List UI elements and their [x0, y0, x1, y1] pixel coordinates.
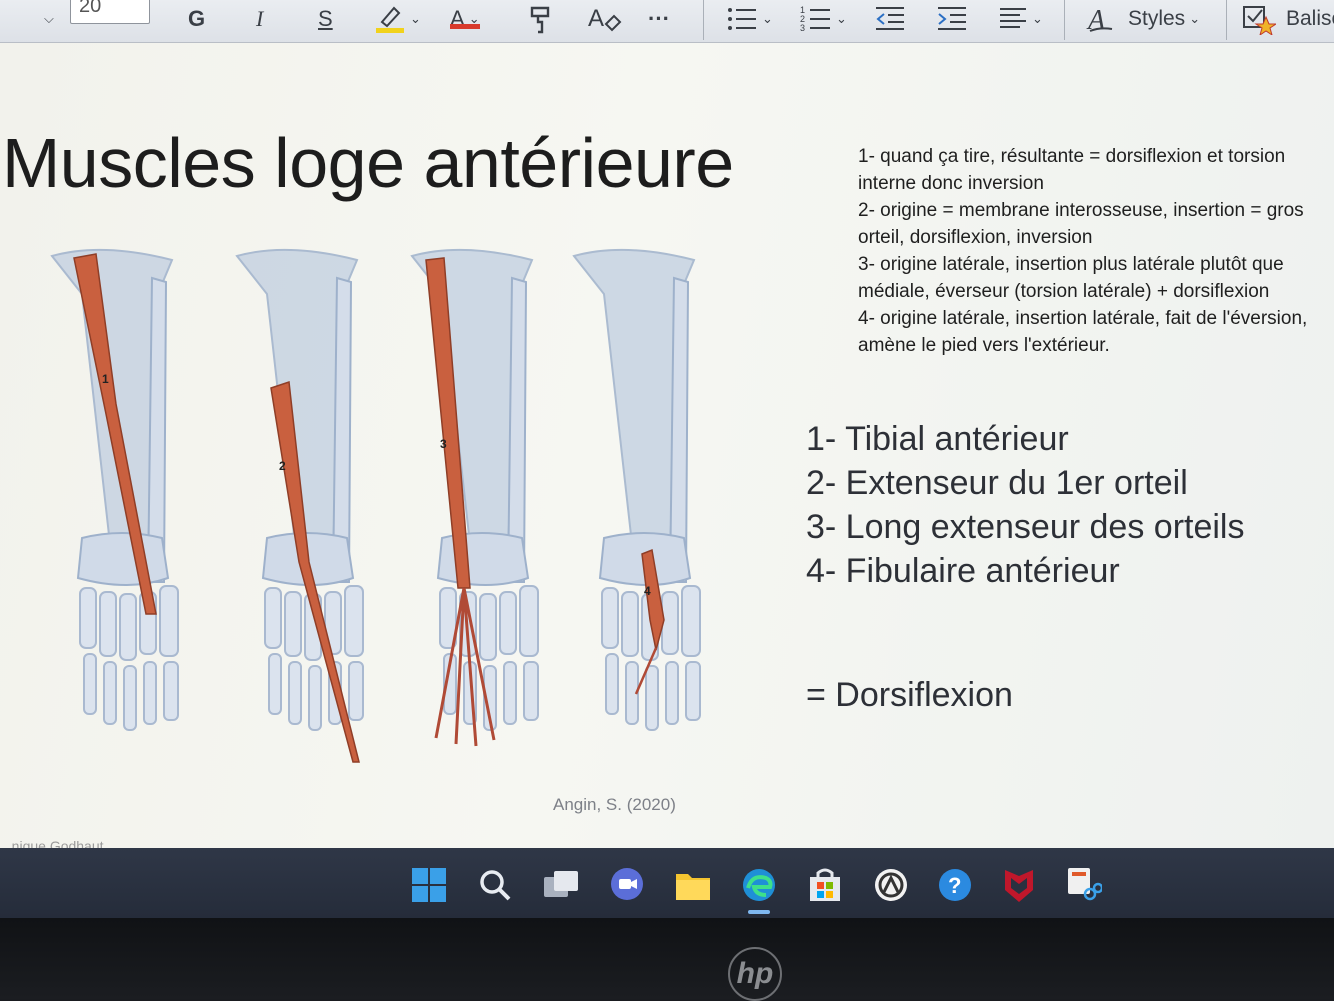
notes-textbox[interactable]: 1- quand ça tire, résultante = dorsiflex…	[858, 143, 1332, 359]
legend-item: 4- Fibulaire antérieur	[806, 552, 1120, 590]
start-icon[interactable]	[410, 866, 448, 904]
tag-checkbox-icon	[1243, 6, 1276, 35]
slide: Muscles loge antérieure 1- quand ça tire…	[0, 43, 1334, 848]
font-size-value: 20	[79, 0, 102, 17]
styles-icon: A	[1086, 5, 1113, 35]
legend-item: 3- Long extenseur des orteils	[806, 508, 1245, 546]
note-line: 2- origine = membrane interosseuse, inse…	[858, 200, 1304, 248]
format-painter-icon[interactable]	[526, 0, 556, 38]
taskbar: ?	[0, 848, 1334, 918]
more-options-button[interactable]: ···	[648, 0, 670, 38]
help-icon[interactable]: ?	[936, 866, 974, 904]
italic-button[interactable]: I	[256, 0, 263, 38]
align-icon	[1000, 8, 1026, 28]
font-size-box[interactable]: 20	[70, 0, 150, 24]
bullet-list-icon	[728, 8, 756, 30]
highlight-button[interactable]: ⌄	[374, 0, 421, 38]
active-app-indicator	[748, 910, 770, 914]
anatomy-figures: 1 2 3 4	[40, 238, 720, 798]
leg-figure-2: 2	[235, 248, 364, 763]
align-button[interactable]: ⌄	[998, 0, 1043, 38]
increase-indent-icon[interactable]	[936, 0, 968, 38]
mcafee-icon[interactable]	[1000, 866, 1038, 904]
ribbon-toolbar: 20 ⌵ G I S ⌄ A ⌄ A ··· ⌄ 1 2 3 ⌄ ⌄ A Styles…	[0, 0, 1334, 43]
tags-label: Balise	[1286, 7, 1334, 30]
laptop-bezel	[0, 918, 1334, 999]
bold-button[interactable]: G	[188, 0, 205, 38]
leg-figure-4: 4	[572, 248, 701, 731]
toolbar-divider	[1064, 0, 1065, 40]
legend-item: 2- Extenseur du 1er orteil	[806, 464, 1188, 502]
edge-icon[interactable]	[740, 866, 778, 904]
numbered-list-button[interactable]: 1 2 3 ⌄	[800, 0, 847, 38]
image-credit: Angin, S. (2020)	[553, 795, 676, 814]
tags-button[interactable]: Balise	[1242, 0, 1334, 38]
svg-text:?: ?	[948, 873, 961, 898]
figure-number: 2	[279, 459, 286, 473]
underline-button[interactable]: S	[318, 0, 333, 38]
font-name-dropdown-icon[interactable]: ⌵	[40, 0, 54, 38]
author-footer: ...nique Godhaut	[0, 838, 104, 848]
task-view-icon[interactable]	[542, 866, 580, 904]
numbered-list-icon: 123	[800, 5, 830, 33]
search-icon[interactable]	[476, 866, 514, 904]
figure-number: 1	[102, 372, 109, 386]
note-line: 1- quand ça tire, résultante = dorsiflex…	[858, 146, 1286, 194]
chat-icon[interactable]	[608, 866, 646, 904]
leg-figure-3: 3	[410, 248, 539, 747]
decrease-indent-icon[interactable]	[874, 0, 906, 38]
styles-button[interactable]: A Styles ⌄	[1086, 0, 1200, 38]
toolbar-divider	[1226, 0, 1227, 40]
file-explorer-icon[interactable]	[674, 866, 712, 904]
app-icon[interactable]	[872, 866, 910, 904]
svg-text:A: A	[588, 5, 604, 32]
svg-text:3: 3	[800, 23, 805, 33]
font-color-button[interactable]: A ⌄	[450, 0, 480, 38]
hp-logo: hp	[728, 947, 782, 1001]
clear-formatting-icon[interactable]: A	[588, 0, 622, 38]
figure-number: 3	[440, 437, 447, 451]
note-line: 3- origine latérale, insertion plus laté…	[858, 254, 1284, 302]
highlighter-icon	[376, 6, 404, 33]
note-line: 4- origine latérale, insertion latérale,…	[858, 308, 1308, 356]
styles-label: Styles	[1128, 7, 1186, 30]
figure-number: 4	[644, 584, 651, 598]
toolbar-divider	[703, 0, 704, 40]
snipping-tool-icon[interactable]	[1064, 866, 1102, 904]
muscle-legend[interactable]: 1- Tibial antérieur 2- Extenseur du 1er …	[806, 417, 1244, 593]
bullet-list-button[interactable]: ⌄	[726, 0, 773, 38]
legend-item: 1- Tibial antérieur	[806, 420, 1069, 458]
svg-text:A: A	[1086, 5, 1106, 35]
summary-text[interactable]: = Dorsiflexion	[806, 676, 1013, 715]
leg-figure-1: 1	[50, 248, 179, 731]
slide-title: Muscles loge antérieure	[2, 124, 734, 202]
font-color-swatch	[450, 24, 480, 29]
store-icon[interactable]	[806, 866, 844, 904]
